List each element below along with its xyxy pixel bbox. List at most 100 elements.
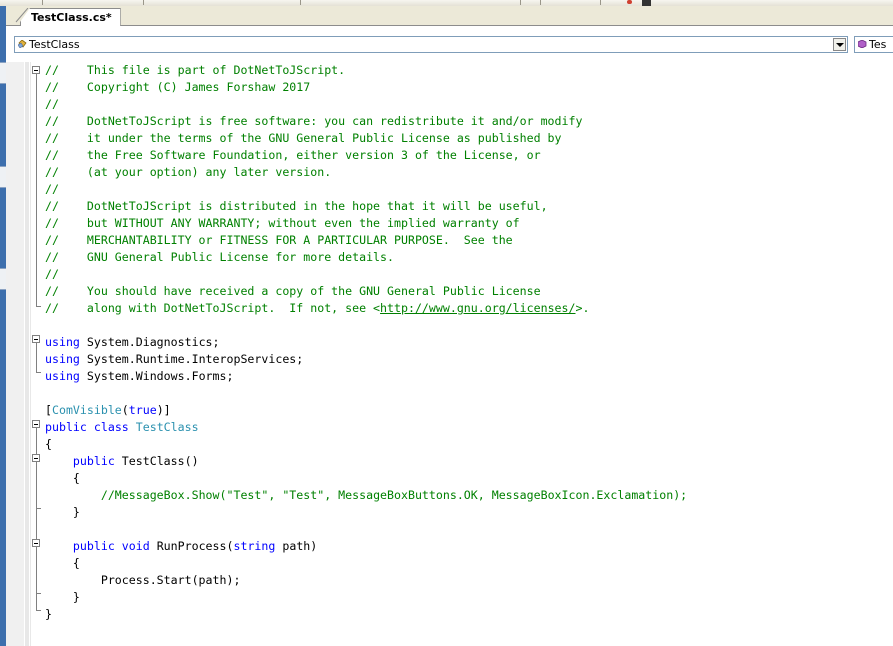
outline-line: [36, 74, 37, 306]
code-line[interactable]: public class TestClass: [45, 419, 199, 436]
code-line[interactable]: //: [45, 181, 59, 198]
method-icon: [858, 40, 867, 48]
indicator-margin[interactable]: [6, 62, 24, 646]
collapse-using-region-icon[interactable]: [32, 335, 40, 343]
code-token: RunProcess(: [149, 539, 234, 553]
code-token: [: [45, 403, 52, 417]
code-line[interactable]: {: [45, 555, 80, 572]
code-line[interactable]: // (at your option) any later version.: [45, 164, 331, 181]
code-token: using: [45, 352, 80, 366]
tab-label: TestClass.cs*: [31, 11, 112, 24]
code-token: // DotNetToJScript is free software: you…: [45, 114, 583, 128]
code-line[interactable]: using System.Runtime.InteropServices;: [45, 351, 303, 368]
code-editor[interactable]: // This file is part of DotNetToJScript.…: [6, 62, 893, 646]
code-token: {: [45, 556, 80, 570]
code-token: }: [45, 505, 80, 519]
code-token: // DotNetToJScript is distributed in the…: [45, 199, 548, 213]
code-line[interactable]: using System.Windows.Forms;: [45, 368, 233, 385]
outline-end: [36, 508, 41, 509]
code-token: System.Diagnostics;: [79, 335, 220, 349]
code-line[interactable]: //: [45, 266, 59, 283]
code-token: Process.Start(path);: [45, 573, 241, 587]
code-line[interactable]: }: [45, 589, 80, 606]
code-token: }: [45, 607, 52, 621]
code-line[interactable]: }: [45, 606, 52, 623]
code-token: string: [233, 539, 276, 553]
change-tracking-bar: [25, 62, 29, 646]
member-dropdown-value: Tes: [869, 38, 887, 51]
outline-line: [36, 343, 37, 372]
code-token: //MessageBox.Show("Test", "Test", Messag…: [100, 488, 688, 502]
code-token: // it under the terms of the GNU General…: [45, 131, 562, 145]
code-line[interactable]: public TestClass(): [45, 453, 199, 470]
code-line[interactable]: // MERCHANTABILITY or FITNESS FOR A PART…: [45, 232, 513, 249]
code-token: >.: [575, 301, 590, 315]
class-dropdown[interactable]: TestClass: [14, 36, 848, 53]
code-line[interactable]: // DotNetToJScript is distributed in the…: [45, 198, 548, 215]
class-icon: [18, 40, 27, 48]
collapse-constructor-region-icon[interactable]: [32, 454, 40, 462]
tab-edge: [15, 8, 29, 23]
hyperlink[interactable]: http://www.gnu.org/licenses/: [380, 301, 575, 315]
code-line[interactable]: // the Free Software Foundation, either …: [45, 147, 541, 164]
code-token: TestClass: [135, 420, 199, 434]
code-token: // (at your option) any later version.: [45, 165, 332, 179]
collapse-comment-region-icon[interactable]: [32, 66, 40, 74]
code-line[interactable]: public void RunProcess(string path): [45, 538, 317, 555]
code-token: }: [45, 590, 80, 604]
code-token: TestClass(): [114, 454, 199, 468]
code-line[interactable]: {: [45, 436, 52, 453]
code-line[interactable]: // it under the terms of the GNU General…: [45, 130, 562, 147]
code-token: )]: [156, 403, 171, 417]
code-token: // You should have received a copy of th…: [45, 284, 541, 298]
code-line[interactable]: // GNU General Public License for more d…: [45, 249, 394, 266]
code-token: class: [93, 420, 129, 434]
outline-end: [36, 306, 41, 307]
code-token: // but WITHOUT ANY WARRANTY; without eve…: [45, 216, 520, 230]
code-token: // the Free Software Foundation, either …: [45, 148, 541, 162]
code-line[interactable]: // but WITHOUT ANY WARRANTY; without eve…: [45, 215, 520, 232]
code-token: //: [45, 267, 59, 281]
tab-testclass-cs[interactable]: TestClass.cs*: [20, 8, 121, 26]
code-token: System.Runtime.InteropServices;: [79, 352, 304, 366]
code-token: void: [121, 539, 150, 553]
code-line[interactable]: // along with DotNetToJScript. If not, s…: [45, 300, 589, 317]
code-token: public: [45, 420, 87, 434]
code-line[interactable]: {: [45, 470, 80, 487]
code-token: true: [128, 403, 157, 417]
code-token: ComVisible: [51, 403, 122, 417]
code-token: path): [275, 539, 318, 553]
code-line[interactable]: //: [45, 96, 59, 113]
code-token: using: [45, 369, 80, 383]
code-token: using: [45, 335, 80, 349]
code-token: // GNU General Public License for more d…: [45, 250, 395, 264]
code-token: public: [72, 539, 115, 553]
code-line[interactable]: // This file is part of DotNetToJScript.: [45, 62, 345, 79]
code-line[interactable]: using System.Diagnostics;: [45, 334, 220, 351]
code-line[interactable]: Process.Start(path);: [45, 572, 241, 589]
code-line[interactable]: // DotNetToJScript is free software: you…: [45, 113, 582, 130]
code-line[interactable]: // Copyright (C) James Forshaw 2017: [45, 79, 310, 96]
code-token: //: [45, 97, 59, 111]
code-token: //: [45, 182, 59, 196]
code-line[interactable]: }: [45, 504, 80, 521]
code-line[interactable]: [ComVisible(true)]: [45, 402, 171, 419]
code-token: System.Windows.Forms;: [79, 369, 234, 383]
chevron-down-icon[interactable]: [833, 38, 846, 51]
class-dropdown-value: TestClass: [29, 38, 80, 51]
code-token: // This file is part of DotNetToJScript.: [45, 63, 346, 77]
code-token: // Copyright (C) James Forshaw 2017: [45, 80, 311, 94]
outline-end: [36, 593, 41, 594]
code-token: public: [72, 454, 115, 468]
member-dropdown[interactable]: Tes: [854, 36, 893, 53]
code-line[interactable]: // You should have received a copy of th…: [45, 283, 541, 300]
collapse-method-region-icon[interactable]: [32, 539, 40, 547]
collapse-class-region-icon[interactable]: [32, 420, 40, 428]
code-token: // MERCHANTABILITY or FITNESS FOR A PART…: [45, 233, 513, 247]
code-line[interactable]: //MessageBox.Show("Test", "Test", Messag…: [45, 487, 687, 504]
